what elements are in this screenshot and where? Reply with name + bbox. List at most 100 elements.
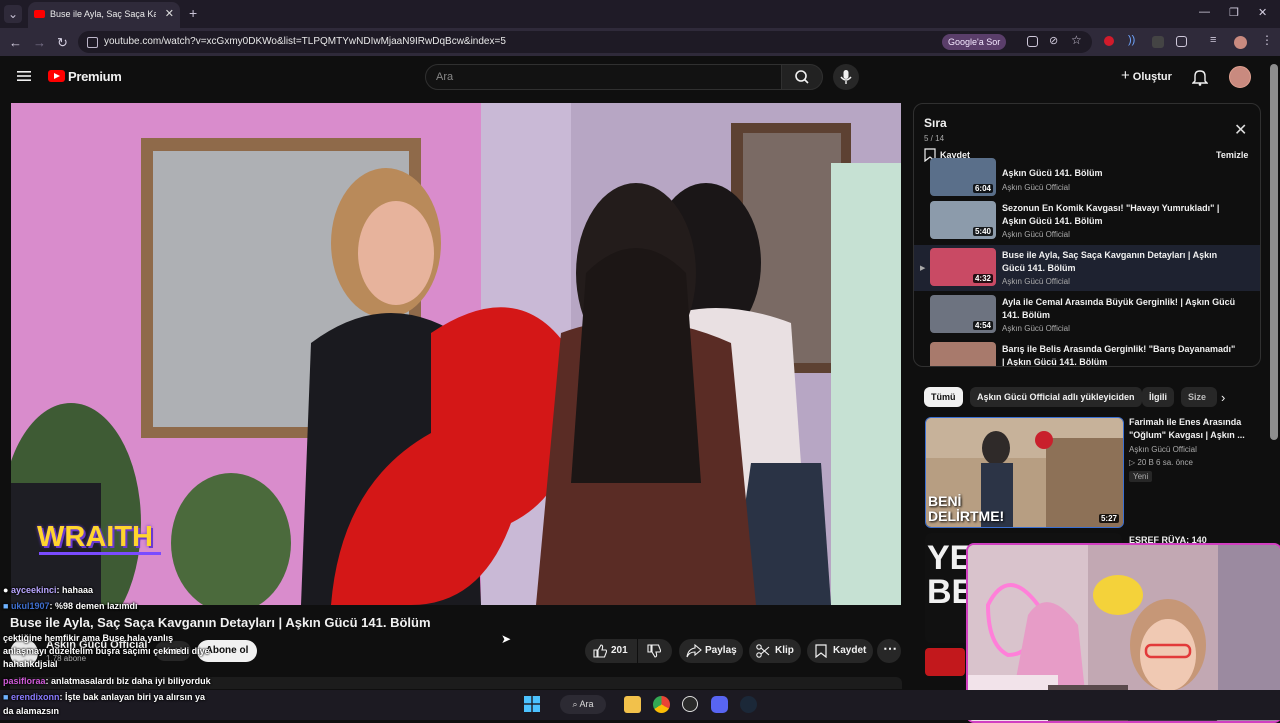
active-tab[interactable]: Buse ile Ayla, Saç Saça Kavg ✕ <box>28 2 180 28</box>
file-explorer-icon[interactable] <box>624 696 641 713</box>
recommendation-thumbnail-partial[interactable] <box>925 648 965 676</box>
search-placeholder: Ara <box>436 71 454 83</box>
chip-uploader[interactable]: Aşkın Gücü Official adlı yükleyiciden <box>970 387 1142 407</box>
chat-message: ■ ukul1907: %98 demen lazımdı <box>3 601 138 611</box>
create-button[interactable]: + Oluştur <box>1121 67 1172 84</box>
steam-like-app-icon[interactable] <box>682 696 698 712</box>
chip-related[interactable]: İlgili <box>1142 387 1174 407</box>
queue-item[interactable]: 4:54 Ayla ile Cemal Arasında Büyük Gergi… <box>914 292 1260 338</box>
recommendation-thumbnail[interactable]: BENİ DELİRTME! 5:27 <box>925 417 1124 528</box>
tab-close-icon[interactable]: ✕ <box>165 7 174 20</box>
new-badge: Yeni <box>1129 471 1153 482</box>
queue-item-current[interactable]: ▶ 4:32 Buse ile Ayla, Saç Saça Kavganın … <box>914 245 1260 291</box>
chip-all[interactable]: Tümü <box>924 387 963 407</box>
search-input[interactable]: Ara <box>425 64 783 90</box>
hide-icon[interactable]: ⊘ <box>1049 34 1061 47</box>
queue-item-duration: 6:04 <box>972 184 993 193</box>
recommendation-views: ▷ 20 B 6 sa. önce <box>1129 458 1193 467</box>
extensions-puzzle-icon[interactable] <box>1176 36 1187 47</box>
microphone-icon <box>840 70 852 84</box>
dislike-button[interactable] <box>638 639 672 663</box>
recommendation-title[interactable]: Farimah ile Enes Arasında "Oğlum" Kavgas… <box>1129 416 1259 442</box>
now-playing-icon: ▶ <box>920 265 926 272</box>
queue-item-channel: Aşkın Gücü Official <box>1002 324 1070 333</box>
share-icon <box>686 644 702 658</box>
plus-icon: + <box>1121 67 1130 84</box>
back-icon[interactable]: ← <box>9 35 22 50</box>
youtube-favicon-icon <box>34 10 45 18</box>
chat-message: çektiğine hemfikir ama Buse hala yanlış <box>3 633 173 643</box>
account-avatar[interactable] <box>1229 66 1251 88</box>
share-label: Paylaş <box>705 645 737 656</box>
chat-message: ■ erendixonn: İşte bak anlayan biri ya a… <box>3 692 205 702</box>
thumbnail-caption: BENİ DELİRTME! <box>928 494 1004 524</box>
more-actions-button[interactable]: ⋯ <box>877 639 901 663</box>
chat-text: : anlatmasalardı biz daha iyi biliyorduk <box>45 676 211 686</box>
reload-icon[interactable]: ↻ <box>57 35 68 51</box>
voice-search-button[interactable] <box>833 64 859 90</box>
youtube-play-logo-icon <box>48 70 65 82</box>
taskbar-search-label: Ara <box>579 699 594 709</box>
extension-red-icon[interactable] <box>1104 36 1114 46</box>
chips-next-icon[interactable]: › <box>1221 390 1225 405</box>
clip-label: Klip <box>775 645 794 656</box>
queue-item[interactable]: Barış ile Belis Arasında Gerginlik! "Bar… <box>914 339 1260 366</box>
search-button[interactable] <box>781 64 823 90</box>
browser-tab-bar: ⌄ Buse ile Ayla, Saç Saça Kavg ✕ + — ❐ ✕ <box>0 0 1280 28</box>
chat-message: hahahkdjslal <box>3 659 58 669</box>
chat-message: ● ayceekinci: hahaaa <box>3 585 93 595</box>
chip-for-you[interactable]: Size <box>1181 387 1217 407</box>
new-tab-icon[interactable]: + <box>189 5 197 21</box>
chat-username: pasifloraa <box>3 676 46 686</box>
queue-item-title: Sezonun En Komik Kavgası! "Havayı Yumruk… <box>1002 203 1220 226</box>
search-icon <box>795 70 809 84</box>
windows-start-icon[interactable] <box>524 696 540 712</box>
chrome-icon[interactable] <box>653 696 670 713</box>
extension-box-icon[interactable] <box>1152 36 1164 48</box>
mouse-cursor-icon: ➤ <box>501 632 512 646</box>
queue-item-channel: Aşkın Gücü Official <box>1002 277 1070 286</box>
thumbnail-caption-line: BENİ <box>928 493 962 509</box>
tab-search-chevron-icon[interactable]: ⌄ <box>4 5 22 23</box>
queue-item[interactable]: 5:40 Sezonun En Komik Kavgası! "Havayı Y… <box>914 198 1260 244</box>
reading-list-icon[interactable]: ≡ <box>1210 34 1222 46</box>
recommendation-meta-text: 20 B 6 sa. önce <box>1137 458 1193 467</box>
restore-icon[interactable]: ❐ <box>1229 6 1239 19</box>
share-button[interactable]: Paylaş <box>679 639 743 663</box>
taskbar-search[interactable]: ⌕ Ara <box>560 695 606 714</box>
discord-icon[interactable] <box>711 696 728 713</box>
window-close-icon[interactable]: ✕ <box>1258 6 1267 19</box>
url-text: youtube.com/watch?v=xcGxmy0DKWo&list=TLP… <box>104 36 506 47</box>
save-video-button[interactable]: Kaydet <box>807 639 873 663</box>
omnibox[interactable]: youtube.com/watch?v=xcGxmy0DKWo&list=TLP… <box>78 31 1092 53</box>
cast-icon[interactable] <box>1027 36 1038 47</box>
chat-username: ayceekinci <box>10 585 57 595</box>
logo-text: Premium <box>68 69 122 84</box>
hamburger-menu-icon[interactable] <box>17 70 31 82</box>
steam-icon[interactable] <box>740 696 757 713</box>
queue-item-thumbnail: 6:04 <box>930 158 996 196</box>
forward-icon[interactable]: → <box>33 35 46 50</box>
queue-item[interactable]: 6:04 Aşkın Gücü 141. Bölüm Aşkın Gücü Of… <box>914 158 1260 198</box>
notifications-bell-icon[interactable] <box>1192 68 1208 86</box>
minimize-icon[interactable]: — <box>1199 6 1210 18</box>
like-button[interactable]: 201 <box>585 639 637 663</box>
queue-close-icon[interactable]: ✕ <box>1234 120 1247 140</box>
page-scrollbar[interactable] <box>1270 64 1278 440</box>
video-player[interactable]: WRAITH <box>11 103 901 605</box>
chat-message: pasifloraa: anlatmasalardı biz daha iyi … <box>3 676 211 686</box>
chat-message: anlaşmayı düzeltelim buşra saçımı çekmed… <box>3 646 210 656</box>
bookmark-star-icon[interactable]: ☆ <box>1071 33 1083 47</box>
queue-position: 5 / 14 <box>924 134 945 143</box>
profile-avatar-icon[interactable] <box>1234 36 1247 49</box>
queue-clear-button[interactable]: Temizle <box>1216 150 1248 160</box>
extension-wave-icon[interactable]: )) <box>1128 34 1140 46</box>
site-info-icon[interactable] <box>87 37 98 48</box>
thumbnail-caption-line: DELİRTME! <box>928 508 1005 524</box>
google-sor-button[interactable]: Google'a Sor <box>942 34 1007 50</box>
clip-button[interactable]: Klip <box>749 639 801 663</box>
recommendation-channel[interactable]: Aşkın Gücü Official <box>1129 445 1197 454</box>
chat-badge-icon: ■ <box>3 692 11 702</box>
queue-item-channel: Aşkın Gücü Official <box>1002 183 1070 192</box>
browser-menu-icon[interactable]: ⋮ <box>1261 33 1273 47</box>
